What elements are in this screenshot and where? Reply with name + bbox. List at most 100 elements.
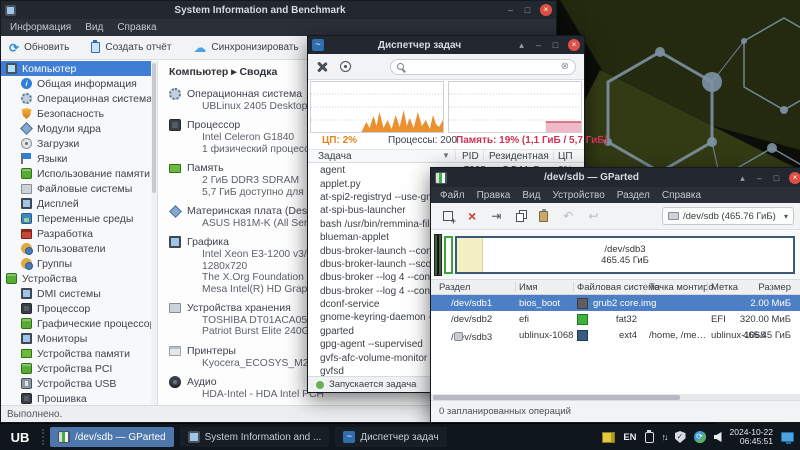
column-name[interactable]: Имя [519,282,538,293]
sidebar-item-pci[interactable]: Устройства PCI [1,361,157,376]
sidebar-item-kernel-modules[interactable]: Модули ядра [1,121,157,136]
partition-tray-icon[interactable] [602,432,615,443]
gparted-titlebar[interactable]: /dev/sdb — GParted ▴ – □ × [431,168,800,187]
column-task[interactable]: Задача [318,151,352,162]
search-input[interactable] [390,59,576,75]
minimize-icon[interactable]: – [753,172,766,184]
sidebar-item-security[interactable]: Безопасность [1,106,157,121]
column-resident[interactable]: Резидентная [489,151,549,162]
sidebar-item-environment[interactable]: Переменные среды [1,211,157,226]
device-selector[interactable]: /dev/sdb (465.76 ГиБ) ▾ [662,207,794,225]
delete-partition-icon[interactable] [468,210,476,222]
close-icon[interactable]: × [789,172,800,184]
partition-segment-sdb1[interactable] [434,234,442,276]
settings-tools-icon[interactable] [316,61,328,73]
network-traffic-icon[interactable] [662,432,667,442]
hardinfo-menubar: Информация Вид Справка [1,19,556,36]
sidebar-item-languages[interactable]: Языки [1,151,157,166]
menu-view[interactable]: Вид [85,22,103,33]
partition-row-sdb2[interactable]: /dev/sdb2 efi fat32 EFI 320.00 МиБ [431,311,800,327]
update-tray-icon[interactable] [694,431,706,443]
sidebar-item-boots[interactable]: Загрузки [1,136,157,151]
minimize-icon[interactable]: – [532,39,545,51]
hardinfo-titlebar[interactable]: System Information and Benchmark – □ × [1,1,556,19]
sidebar-item-usb[interactable]: Устройства USB [1,376,157,391]
partition-segment-sdb3[interactable]: /dev/sdb3 465.45 ГиБ [455,236,795,274]
sidebar-item-gpus[interactable]: Графические процессоры [1,316,157,331]
sidebar-item-devices[interactable]: Устройства [1,271,157,286]
close-icon[interactable]: × [540,4,552,16]
sidebar-item-dmi[interactable]: DMI системы [1,286,157,301]
sidebar-item-firmware[interactable]: Прошивка [1,391,157,405]
sidebar-item-general-info[interactable]: Общая информация [1,76,157,91]
sidebar-item-development[interactable]: Разработка [1,226,157,241]
paste-icon[interactable] [539,211,548,222]
sidebar-item-display[interactable]: Дисплей [1,196,157,211]
volume-icon[interactable] [714,432,722,442]
sidebar-item-memory-devices[interactable]: Устройства памяти [1,346,157,361]
create-report-button[interactable]: Создать отчёт [91,42,171,53]
sidebar-item-users[interactable]: Пользователи [1,241,157,256]
display-tray-icon[interactable] [781,432,794,442]
menu-help[interactable]: Справка [662,190,701,201]
column-pid[interactable]: PID [462,151,479,162]
maximize-icon[interactable]: □ [549,39,562,51]
sidebar-item-filesystems[interactable]: Файловые системы [1,181,157,196]
copy-icon[interactable] [516,213,524,222]
menu-help[interactable]: Справка [117,22,156,33]
gear-icon [169,88,181,100]
language-indicator[interactable]: EN [623,432,636,443]
sidebar-item-os[interactable]: Операционная система [1,91,157,106]
cell-mountpoint: /home, /me… [649,330,706,341]
sidebar-item-groups[interactable]: Группы [1,256,157,271]
resize-move-icon[interactable] [491,210,501,222]
task-manager-titlebar[interactable]: Диспетчер задач ▴ – □ × [308,36,584,54]
column-divider [553,151,554,160]
scrollbar-thumb[interactable] [152,63,156,193]
apply-icon[interactable] [588,210,598,222]
partition-table-header[interactable]: Раздел Имя Файловая система Точка монтир… [431,280,800,295]
column-size[interactable]: Размер [758,282,791,293]
new-partition-icon[interactable] [443,211,453,221]
clock[interactable]: 2024-10-22 06:45:51 [730,428,773,447]
sidebar-item-monitors[interactable]: Мониторы [1,331,157,346]
refresh-button[interactable]: Обновить [9,41,69,55]
clear-search-icon[interactable] [561,62,569,72]
sidebar-item-computer[interactable]: Компьютер [1,61,157,76]
keep-above-icon[interactable]: ▴ [515,39,528,51]
taskbar-button-hardinfo[interactable]: System Information and ... [180,427,330,447]
column-mountpoint[interactable]: Точка монтиро [649,282,714,293]
clipboard-tray-icon[interactable] [645,432,654,443]
partition-row-sdb3[interactable]: /dev/sdb3 ublinux-1068 ext4 /home, /me… … [431,327,800,343]
close-icon[interactable]: × [568,39,580,51]
sidebar-label: Устройства [22,273,77,285]
partition-segment-sdb2[interactable] [444,236,453,274]
menu-device[interactable]: Устройство [552,190,604,201]
menu-partition[interactable]: Раздел [617,190,650,201]
keep-above-icon[interactable]: ▴ [736,172,749,184]
maximize-icon[interactable]: □ [770,172,783,184]
column-filesystem[interactable]: Файловая система [577,282,660,293]
sidebar-scrollbar[interactable] [151,61,157,405]
sidebar-item-memory-usage[interactable]: Использование памяти [1,166,157,181]
menu-edit[interactable]: Правка [477,190,511,201]
column-partition[interactable]: Раздел [439,282,470,293]
minimize-icon[interactable]: – [504,4,517,16]
column-cpu[interactable]: ЦП [558,151,573,162]
taskbar-button-task-manager[interactable]: Диспетчер задач [335,427,446,447]
maximize-icon[interactable]: □ [521,4,534,16]
partition-row-sdb1[interactable]: /dev/sdb1 bios_boot grub2 core.img 2.00 … [431,295,800,311]
task-table-header[interactable]: Задача ▼ PID Резидентная ЦП [308,149,584,163]
taskbar-button-gparted[interactable]: /dev/sdb — GParted [50,427,174,447]
sidebar-item-processor[interactable]: Процессор [1,301,157,316]
start-menu-button[interactable]: UB [4,424,36,450]
menu-view[interactable]: Вид [522,190,540,201]
undo-icon[interactable] [563,210,573,222]
security-shield-icon[interactable] [675,431,686,443]
pick-process-icon[interactable] [340,61,351,72]
menu-information[interactable]: Информация [10,22,71,33]
column-label[interactable]: Метка [711,282,738,293]
menu-file[interactable]: Файл [440,190,465,201]
sync-button[interactable]: Синхронизировать [193,40,298,56]
section-title: Аудио [187,376,217,388]
